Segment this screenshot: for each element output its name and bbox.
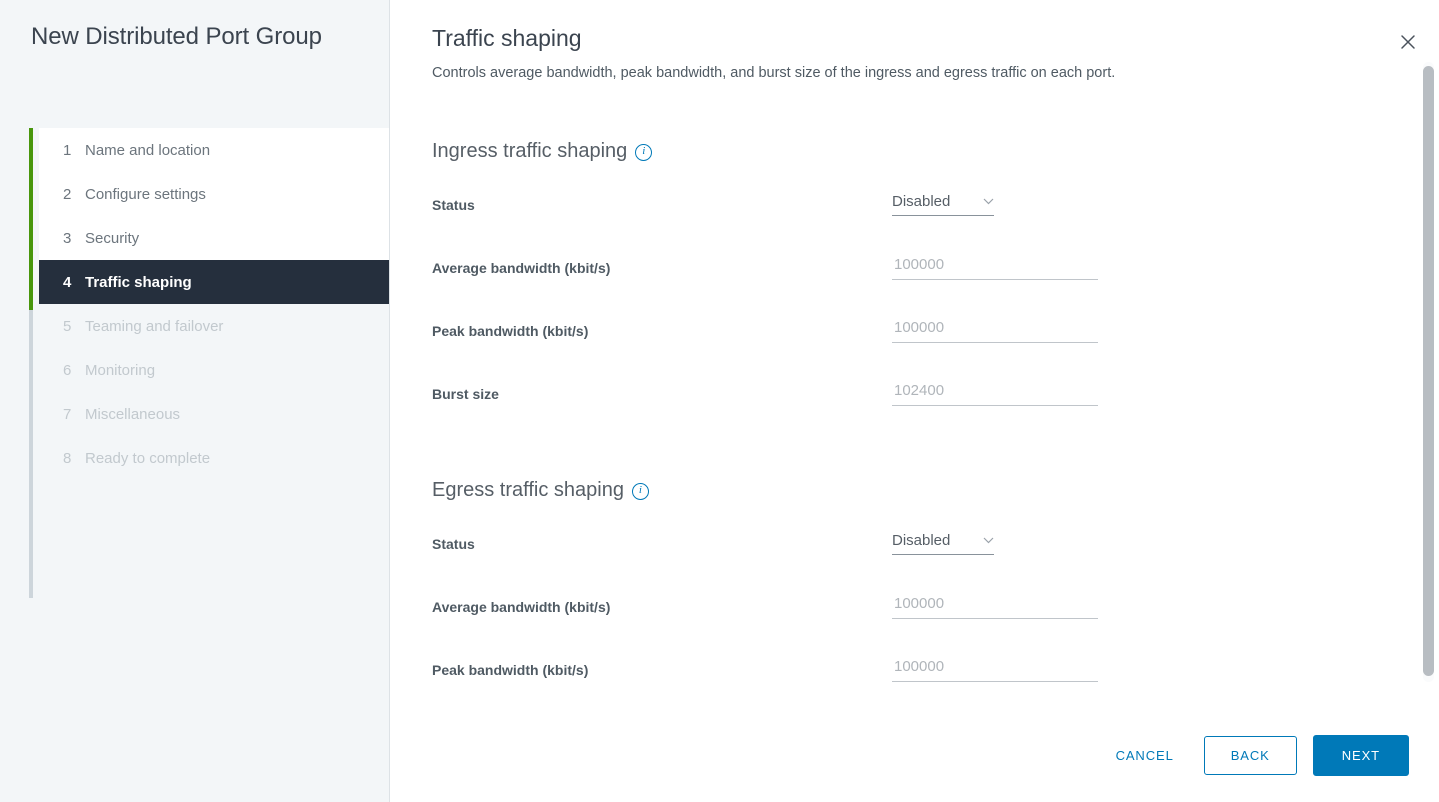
chevron-down-icon <box>983 198 994 205</box>
wizard-sidebar: New Distributed Port Group 1 Name and lo… <box>0 0 390 802</box>
wizard-content-panel: Traffic shaping Controls average bandwid… <box>390 0 1439 802</box>
ingress-status-label: Status <box>432 197 475 213</box>
close-icon[interactable] <box>1395 29 1421 55</box>
step-number: 6 <box>63 361 72 379</box>
egress-peak-bandwidth-control <box>892 658 1098 682</box>
ingress-burst-size-input[interactable] <box>892 382 1098 406</box>
sidebar-step-monitoring[interactable]: 6 Monitoring <box>39 348 389 392</box>
egress-average-bandwidth-input[interactable] <box>892 595 1098 619</box>
ingress-burst-size-row: Burst size <box>432 382 1439 445</box>
step-label: Name and location <box>85 141 211 159</box>
page-description: Controls average bandwidth, peak bandwid… <box>432 65 1116 81</box>
wizard-step-list: 1 Name and location 2 Configure settings… <box>29 128 389 802</box>
step-label: Monitoring <box>85 361 156 379</box>
ingress-burst-size-control <box>892 382 1098 406</box>
egress-traffic-shaping-section: Egress traffic shaping i Status Disabled <box>390 477 1439 714</box>
ingress-peak-bandwidth-label: Peak bandwidth (kbit/s) <box>432 323 589 339</box>
page-title: Traffic shaping <box>432 25 582 51</box>
egress-status-select[interactable]: Disabled <box>892 532 994 555</box>
ingress-traffic-shaping-section: Ingress traffic shaping i Status Disable… <box>390 138 1439 445</box>
step-label: Traffic shaping <box>85 273 192 291</box>
info-icon[interactable]: i <box>635 143 653 161</box>
egress-average-bandwidth-label: Average bandwidth (kbit/s) <box>432 599 611 615</box>
step-number: 3 <box>63 229 72 247</box>
sidebar-step-name-and-location[interactable]: 1 Name and location <box>39 128 389 172</box>
ingress-average-bandwidth-label: Average bandwidth (kbit/s) <box>432 260 611 276</box>
egress-heading-label: Egress traffic shaping <box>432 479 624 501</box>
step-number: 4 <box>63 273 72 291</box>
step-number: 7 <box>63 405 72 423</box>
panel-header: Traffic shaping Controls average bandwid… <box>432 22 1369 83</box>
next-button[interactable]: NEXT <box>1312 735 1409 776</box>
step-label: Configure settings <box>85 185 206 203</box>
back-button[interactable]: BACK <box>1203 736 1297 775</box>
ingress-burst-size-label: Burst size <box>432 386 499 402</box>
step-number: 1 <box>63 141 72 159</box>
ingress-average-bandwidth-input[interactable] <box>892 256 1098 280</box>
egress-status-label: Status <box>432 536 475 552</box>
step-label: Miscellaneous <box>85 405 181 423</box>
egress-status-value: Disabled <box>892 532 951 549</box>
chevron-down-icon <box>983 537 994 544</box>
sidebar-step-teaming-and-failover[interactable]: 5 Teaming and failover <box>39 304 389 348</box>
egress-peak-bandwidth-label: Peak bandwidth (kbit/s) <box>432 662 589 678</box>
step-label: Teaming and failover <box>85 317 224 335</box>
ingress-average-bandwidth-control <box>892 256 1098 280</box>
new-distributed-port-group-wizard: New Distributed Port Group 1 Name and lo… <box>0 0 1439 802</box>
step-progress-bar <box>29 128 33 310</box>
egress-status-row: Status Disabled <box>432 532 1439 595</box>
info-icon[interactable]: i <box>631 482 649 500</box>
egress-average-bandwidth-row: Average bandwidth (kbit/s) <box>432 595 1439 658</box>
ingress-average-bandwidth-row: Average bandwidth (kbit/s) <box>432 256 1439 319</box>
egress-peak-bandwidth-row: Peak bandwidth (kbit/s) <box>432 658 1439 714</box>
cancel-button[interactable]: CANCEL <box>1102 738 1188 773</box>
ingress-section-heading: Ingress traffic shaping i <box>432 138 1439 164</box>
egress-section-heading: Egress traffic shaping i <box>432 477 1439 503</box>
ingress-heading-label: Ingress traffic shaping <box>432 140 628 162</box>
ingress-peak-bandwidth-input[interactable] <box>892 319 1098 343</box>
step-progress-track <box>29 128 33 598</box>
sidebar-step-miscellaneous[interactable]: 7 Miscellaneous <box>39 392 389 436</box>
egress-peak-bandwidth-input[interactable] <box>892 658 1098 682</box>
step-number: 2 <box>63 185 72 203</box>
scrollbar-thumb[interactable] <box>1423 66 1434 676</box>
egress-status-control: Disabled <box>892 532 994 555</box>
step-number: 5 <box>63 317 72 335</box>
traffic-shaping-form: Ingress traffic shaping i Status Disable… <box>390 120 1439 714</box>
sidebar-step-ready-to-complete[interactable]: 8 Ready to complete <box>39 436 389 480</box>
sidebar-step-traffic-shaping[interactable]: 4 Traffic shaping <box>39 260 389 304</box>
step-label: Ready to complete <box>85 449 211 467</box>
step-label: Security <box>85 229 140 247</box>
egress-average-bandwidth-control <box>892 595 1098 619</box>
sidebar-step-security[interactable]: 3 Security <box>39 216 389 260</box>
wizard-footer: CANCEL BACK NEXT <box>1102 735 1409 776</box>
ingress-peak-bandwidth-row: Peak bandwidth (kbit/s) <box>432 319 1439 382</box>
wizard-title: New Distributed Port Group <box>31 23 322 50</box>
ingress-status-value: Disabled <box>892 193 951 210</box>
ingress-peak-bandwidth-control <box>892 319 1098 343</box>
sidebar-step-configure-settings[interactable]: 2 Configure settings <box>39 172 389 216</box>
ingress-status-select[interactable]: Disabled <box>892 193 994 216</box>
ingress-status-control: Disabled <box>892 193 994 216</box>
step-number: 8 <box>63 449 72 467</box>
ingress-status-row: Status Disabled <box>432 193 1439 256</box>
